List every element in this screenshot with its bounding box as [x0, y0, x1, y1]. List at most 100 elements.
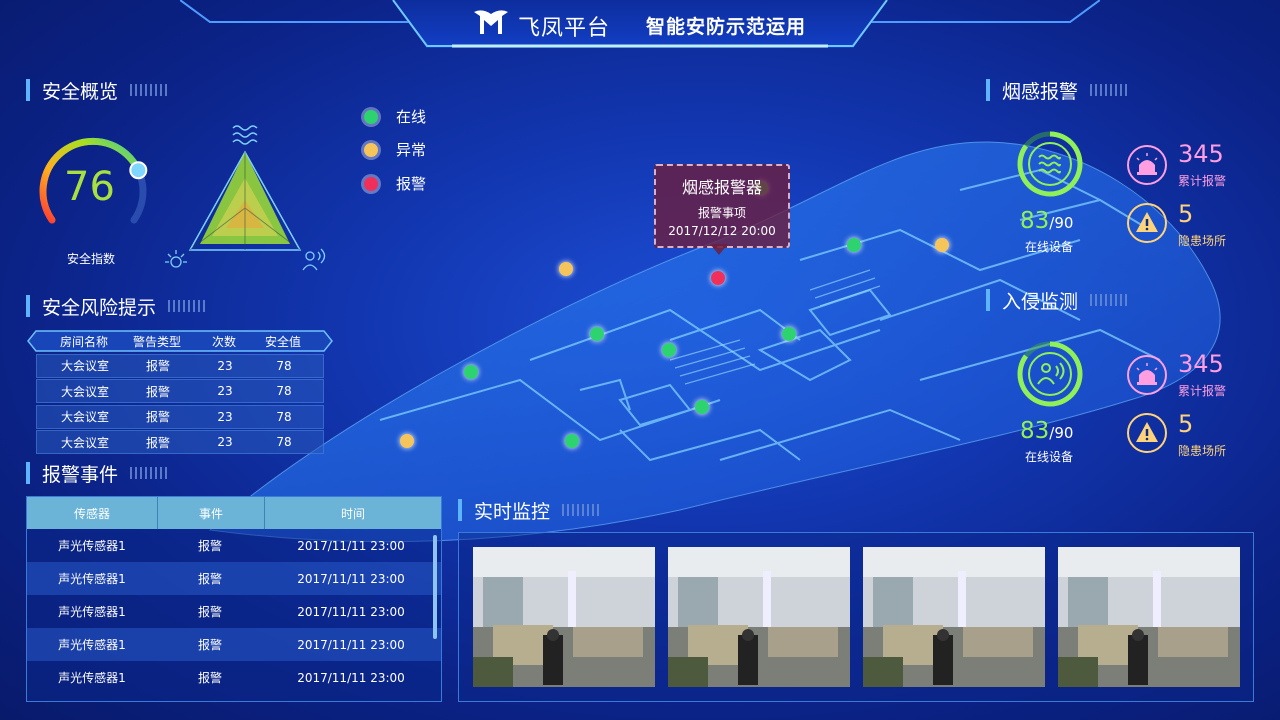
event-cell-sensor: 声光传感器1: [58, 671, 126, 685]
event-cell-sensor: 声光传感器1: [58, 638, 126, 652]
safety-score-label: 安全指数: [67, 252, 116, 266]
event-cell-event: 报警: [197, 671, 222, 685]
alarm-events-table: 传感器 事件 时间 声光传感器1 报警 2017/11/11 23:00 声光传感器…: [26, 496, 442, 702]
smoke-hazard-count: 5: [1178, 200, 1194, 228]
risk-col-type: 警告类型: [132, 334, 181, 349]
risk-section-title: 安全风险提示: [26, 293, 209, 319]
intrusion-hazard-count: 5: [1178, 410, 1194, 438]
monitor-title-text: 实时监控: [474, 500, 551, 523]
risk-cell-type: 报警: [145, 435, 170, 450]
risk-cell-room: 大会议室: [61, 384, 110, 399]
intrusion-online-total: /90: [1049, 424, 1074, 442]
table-row[interactable]: 声光传感器1 报警 2017/11/11 23:00: [27, 562, 441, 595]
event-cell-sensor: 声光传感器1: [58, 572, 126, 586]
legend-abnormal-label: 异常: [396, 141, 427, 159]
legend-alarm-label: 报警: [396, 175, 427, 193]
warning-icon: [1127, 413, 1167, 453]
alarm-dot-icon: [364, 176, 378, 191]
smoke-wave-icon: [232, 125, 258, 145]
risk-cell-room: 大会议室: [61, 435, 110, 450]
risk-col-count: 次数: [211, 334, 236, 349]
events-table-header: 传感器 事件 时间: [27, 497, 441, 529]
monitor-section-title: 实时监控: [458, 497, 603, 523]
table-row[interactable]: 大会议室 报警 23 78: [36, 404, 324, 429]
siren-icon: [1127, 145, 1167, 185]
monitor-panel: [458, 532, 1254, 702]
smoke-hazard-label: 隐患场所: [1178, 234, 1227, 248]
sensor-tooltip: 烟感报警器 报警事项 2017/12/12 20:00: [654, 164, 790, 248]
smoke-alarm-count: 345: [1178, 140, 1224, 168]
smoke-online-label: 在线设备: [1025, 240, 1074, 254]
risk-cell-value: 78: [276, 409, 292, 424]
event-cell-time: 2017/11/11 23:00: [297, 637, 405, 652]
risk-col-value: 安全值: [264, 334, 301, 349]
events-col-event: 事件: [158, 497, 265, 529]
table-row[interactable]: 大会议室 报警 23 78: [36, 430, 324, 454]
camera-feed-2[interactable]: [668, 547, 850, 687]
camera-feed-1[interactable]: [473, 547, 655, 687]
legend-online: 在线: [364, 106, 426, 127]
intrusion-ring-icon: [1017, 341, 1083, 407]
events-scrollbar[interactable]: [433, 535, 437, 639]
sensor-dot-abnormal[interactable]: [559, 262, 573, 276]
intrusion-alarm-label: 累计报警: [1178, 384, 1227, 398]
sensor-dot-abnormal[interactable]: [400, 434, 414, 448]
intrusion-alarm-count: 345: [1178, 350, 1224, 378]
intrusion-person-icon: [302, 248, 326, 271]
risk-cell-value: 78: [276, 358, 292, 373]
events-col-time: 时间: [340, 506, 365, 521]
intrusion-online-num: 83: [1020, 418, 1050, 444]
intrusion-online-label: 在线设备: [1025, 450, 1074, 464]
table-row[interactable]: 大会议室 报警 23 78: [36, 353, 324, 378]
sensor-dot-online[interactable]: [565, 434, 579, 448]
legend-online-label: 在线: [396, 108, 427, 126]
event-cell-time: 2017/11/11 23:00: [297, 571, 405, 586]
brand-logo-icon: [474, 10, 508, 34]
sensor-dot-online[interactable]: [662, 343, 676, 357]
legend-alarm: 报警: [364, 173, 426, 194]
sensor-dot-online[interactable]: [464, 365, 478, 379]
table-row[interactable]: 声光传感器1 报警 2017/11/11 23:00: [27, 628, 441, 661]
brand-name: 飞凤平台: [518, 16, 611, 41]
sensor-dot-alarm[interactable]: [711, 271, 725, 285]
events-title-text: 报警事件: [42, 463, 119, 486]
table-row[interactable]: 声光传感器1 报警 2017/11/11 23:00: [27, 661, 441, 694]
event-cell-event: 报警: [197, 539, 222, 553]
sensor-dot-online[interactable]: [782, 327, 796, 341]
risk-table-header: 房间名称 警告类型 次数 安全值: [27, 330, 333, 352]
table-row[interactable]: 声光传感器1 报警 2017/11/11 23:00: [27, 529, 441, 562]
overview-title-text: 安全概览: [42, 80, 119, 103]
smoke-title-text: 烟感报警: [1002, 80, 1079, 103]
tooltip-title: 烟感报警器: [681, 178, 762, 197]
camera-feed-3[interactable]: [863, 547, 1045, 687]
event-cell-event: 报警: [197, 572, 222, 586]
risk-cell-value: 78: [276, 384, 292, 398]
camera-feed-4[interactable]: [1058, 547, 1240, 687]
risk-col-room: 房间名称: [60, 334, 109, 349]
event-cell-time: 2017/11/11 23:00: [297, 538, 405, 553]
intrusion-hazard-label: 隐患场所: [1178, 444, 1227, 458]
radar-chart: [165, 125, 326, 271]
risk-title-text: 安全风险提示: [42, 296, 157, 319]
sensor-dot-online[interactable]: [847, 238, 861, 252]
header-border: [392, 0, 888, 48]
page-title: 智能安防示范运用: [646, 16, 807, 38]
smoke-ring-icon: [1017, 131, 1083, 197]
sensor-dot-abnormal[interactable]: [935, 238, 949, 252]
table-row[interactable]: 大会议室 报警 23 78: [36, 379, 324, 403]
overview-section-title: 安全概览: [26, 77, 171, 103]
intrusion-online-count: 83/90: [1020, 418, 1073, 444]
table-row[interactable]: 声光传感器1 报警 2017/11/11 23:00: [27, 595, 441, 628]
events-col-sensor: 传感器: [27, 497, 158, 529]
event-cell-event: 报警: [197, 638, 222, 652]
sensor-dot-online[interactable]: [590, 327, 604, 341]
risk-cell-type: 报警: [145, 410, 170, 424]
risk-cell-value: 78: [276, 435, 292, 449]
event-cell-time: 2017/11/11 23:00: [297, 604, 405, 619]
event-cell-time: 2017/11/11 23:00: [297, 670, 405, 685]
sensor-dot-online[interactable]: [695, 400, 709, 414]
event-cell-sensor: 声光传感器1: [58, 605, 126, 619]
smoke-online-num: 83: [1020, 208, 1050, 234]
sound-light-icon: [165, 250, 187, 268]
tooltip-pointer: [710, 244, 728, 255]
